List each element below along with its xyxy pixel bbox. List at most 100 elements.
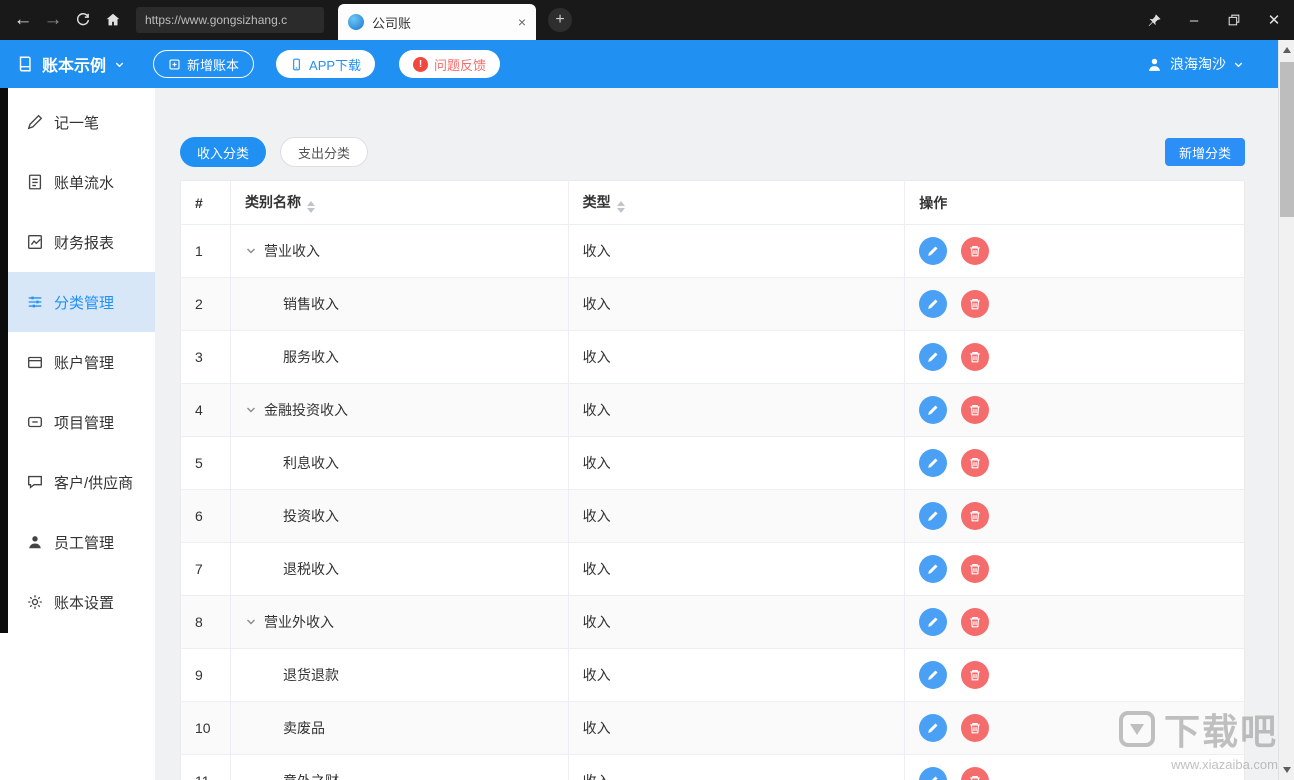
edit-button[interactable] bbox=[919, 661, 947, 689]
edit-pencil-icon bbox=[926, 509, 940, 523]
edit-pencil-icon bbox=[926, 350, 940, 364]
refresh-button[interactable] bbox=[68, 5, 98, 35]
chevron-down-icon bbox=[1233, 59, 1244, 70]
table-row: 1 营业收入 收入 bbox=[181, 225, 1245, 278]
category-type: 收入 bbox=[568, 543, 905, 596]
tab-favicon bbox=[348, 14, 364, 30]
scroll-up-arrow[interactable] bbox=[1279, 42, 1294, 58]
pin-button[interactable] bbox=[1134, 0, 1174, 40]
new-tab-button[interactable]: + bbox=[548, 8, 572, 32]
edit-button[interactable] bbox=[919, 608, 947, 636]
category-table: # 类别名称 类型 操作 1 营业收入 收入 2 销售收入 收入 bbox=[180, 180, 1245, 780]
table-row: 7 退税收入 收入 bbox=[181, 543, 1245, 596]
chevron-down-icon[interactable] bbox=[245, 616, 257, 628]
sidebar-item-settings[interactable]: 账本设置 bbox=[0, 572, 155, 632]
sidebar-item-label: 账户管理 bbox=[54, 352, 114, 373]
delete-button[interactable] bbox=[961, 555, 989, 583]
sidebar-item-accounts[interactable]: 账户管理 bbox=[0, 332, 155, 392]
edit-button[interactable] bbox=[919, 555, 947, 583]
edit-button[interactable] bbox=[919, 237, 947, 265]
edit-button[interactable] bbox=[919, 290, 947, 318]
delete-button[interactable] bbox=[961, 714, 989, 742]
pencil-icon bbox=[26, 113, 44, 131]
maximize-button[interactable] bbox=[1214, 0, 1254, 40]
new-ledger-button[interactable]: 新增账本 bbox=[153, 50, 254, 78]
category-name: 退税收入 bbox=[283, 561, 339, 577]
category-type: 收入 bbox=[568, 384, 905, 437]
table-row: 5 利息收入 收入 bbox=[181, 437, 1245, 490]
sidebar-item-employees[interactable]: 员工管理 bbox=[0, 512, 155, 572]
edit-button[interactable] bbox=[919, 767, 947, 780]
category-name: 利息收入 bbox=[283, 455, 339, 471]
new-ledger-icon bbox=[168, 58, 181, 71]
edit-button[interactable] bbox=[919, 343, 947, 371]
user-menu[interactable]: 浪海淘沙 bbox=[1146, 54, 1244, 74]
sidebar-item-bills[interactable]: 账单流水 bbox=[0, 152, 155, 212]
address-bar[interactable]: https://www.gongsizhang.c bbox=[136, 7, 324, 33]
tab-title: 公司账 bbox=[372, 13, 510, 32]
category-name: 投资收入 bbox=[283, 508, 339, 524]
sort-icon[interactable] bbox=[307, 201, 315, 213]
sidebar-item-customers[interactable]: 客户/供应商 bbox=[0, 452, 155, 512]
sidebar-item-projects[interactable]: 项目管理 bbox=[0, 392, 155, 452]
delete-button[interactable] bbox=[961, 396, 989, 424]
delete-button[interactable] bbox=[961, 343, 989, 371]
scroll-down-arrow[interactable] bbox=[1279, 762, 1294, 778]
header-name[interactable]: 类别名称 bbox=[230, 181, 568, 225]
sidebar-item-categories[interactable]: 分类管理 bbox=[0, 272, 155, 332]
delete-button[interactable] bbox=[961, 237, 989, 265]
tab-close-icon[interactable]: × bbox=[518, 14, 526, 30]
delete-button[interactable] bbox=[961, 661, 989, 689]
edit-pencil-icon bbox=[926, 615, 940, 629]
delete-button[interactable] bbox=[961, 290, 989, 318]
category-type: 收入 bbox=[568, 702, 905, 755]
sidebar: 记一笔 账单流水 财务报表 分类管理 账户管理 项目管理 客户/供应商 员工管理… bbox=[0, 88, 155, 780]
trash-icon bbox=[968, 297, 982, 311]
sidebar-item-reports[interactable]: 财务报表 bbox=[0, 212, 155, 272]
ledger-icon bbox=[16, 55, 34, 73]
delete-button[interactable] bbox=[961, 449, 989, 477]
feedback-button[interactable]: ! 问题反馈 bbox=[399, 50, 500, 78]
exclamation-icon: ! bbox=[413, 57, 428, 72]
delete-button[interactable] bbox=[961, 502, 989, 530]
app-download-button[interactable]: APP下载 bbox=[276, 50, 375, 78]
forward-button[interactable]: → bbox=[38, 5, 68, 35]
back-button[interactable]: ← bbox=[8, 5, 38, 35]
trash-icon bbox=[968, 615, 982, 629]
add-category-button[interactable]: 新增分类 bbox=[1165, 138, 1245, 166]
edit-pencil-icon bbox=[926, 403, 940, 417]
edit-pencil-icon bbox=[926, 721, 940, 735]
page-scrollbar[interactable] bbox=[1278, 40, 1294, 780]
sidebar-item-label: 分类管理 bbox=[54, 292, 114, 313]
browser-tab[interactable]: 公司账 × bbox=[338, 4, 536, 40]
sort-icon[interactable] bbox=[617, 201, 625, 213]
edit-button[interactable] bbox=[919, 396, 947, 424]
close-button[interactable]: ✕ bbox=[1254, 0, 1294, 40]
wallet-icon bbox=[26, 353, 44, 371]
tab-income-categories[interactable]: 收入分类 bbox=[180, 137, 266, 167]
sidebar-item-record[interactable]: 记一笔 bbox=[0, 92, 155, 152]
delete-button[interactable] bbox=[961, 608, 989, 636]
minimize-button[interactable]: – bbox=[1174, 0, 1214, 40]
sidebar-item-label: 项目管理 bbox=[54, 412, 114, 433]
edit-button[interactable] bbox=[919, 502, 947, 530]
category-name: 服务收入 bbox=[283, 349, 339, 365]
sidebar-item-label: 客户/供应商 bbox=[54, 472, 133, 493]
sliders-icon bbox=[26, 293, 44, 311]
tab-expense-categories[interactable]: 支出分类 bbox=[280, 137, 368, 167]
home-button[interactable] bbox=[98, 5, 128, 35]
edit-button[interactable] bbox=[919, 449, 947, 477]
edit-button[interactable] bbox=[919, 714, 947, 742]
edit-pencil-icon bbox=[926, 244, 940, 258]
trash-icon bbox=[968, 668, 982, 682]
pin-icon bbox=[1147, 13, 1162, 28]
chevron-down-icon[interactable] bbox=[245, 245, 257, 257]
scrollbar-thumb[interactable] bbox=[1280, 62, 1294, 217]
ledger-switcher[interactable]: 账本示例 bbox=[16, 52, 125, 76]
chevron-down-icon[interactable] bbox=[245, 404, 257, 416]
delete-button[interactable] bbox=[961, 767, 989, 780]
row-index: 2 bbox=[181, 278, 231, 331]
category-type: 收入 bbox=[568, 331, 905, 384]
category-name: 营业收入 bbox=[264, 243, 320, 259]
header-type[interactable]: 类型 bbox=[568, 181, 905, 225]
